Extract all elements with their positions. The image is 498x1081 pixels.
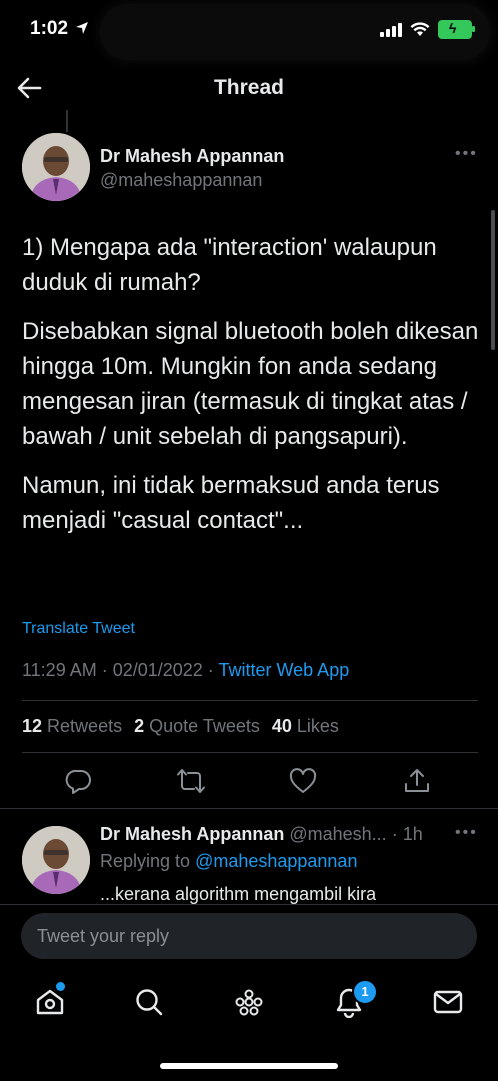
replying-prefix: Replying to <box>100 851 196 871</box>
battery-icon: ϟ <box>438 20 475 39</box>
location-arrow-icon <box>76 22 89 34</box>
home-indicator[interactable] <box>160 1063 338 1069</box>
replying-to-handle[interactable]: @maheshappannan <box>195 851 357 871</box>
reply-more-options-icon[interactable]: ••• <box>455 824 478 842</box>
reply-icon <box>65 769 91 794</box>
spaces-icon <box>235 989 263 1016</box>
thread-connector <box>66 110 68 132</box>
scrollbar[interactable] <box>491 210 495 350</box>
quote-tweets-stat[interactable]: 2 Quote Tweets <box>134 716 260 737</box>
avatar[interactable] <box>22 133 90 201</box>
nav-search[interactable] <box>133 986 165 1018</box>
likes-count: 40 <box>271 716 292 736</box>
more-options-icon[interactable]: ••• <box>455 145 478 163</box>
tweet-source-link[interactable]: Twitter Web App <box>218 660 349 680</box>
divider <box>22 752 478 753</box>
tweet-body: 1) Mengapa ada "interaction' walaupun du… <box>22 230 482 552</box>
nav-spaces[interactable] <box>233 986 265 1018</box>
reply-avatar[interactable] <box>22 826 90 894</box>
divider <box>0 808 498 809</box>
tweet-paragraph: 1) Mengapa ada "interaction' walaupun du… <box>22 234 437 296</box>
replying-to: Replying to @maheshappannan <box>100 851 357 872</box>
retweets-stat[interactable]: 12 Retweets <box>22 716 122 737</box>
retweet-icon <box>177 769 205 793</box>
cellular-signal-icon <box>380 22 402 37</box>
status-icons: ϟ <box>380 20 475 39</box>
retweets-label: Retweets <box>47 716 123 736</box>
translate-tweet-link[interactable]: Translate Tweet <box>22 620 135 638</box>
divider <box>22 700 478 701</box>
avatar-image <box>22 826 90 894</box>
tweet-stats: 12 Retweets 2 Quote Tweets 40 Likes <box>22 716 339 737</box>
status-time-text: 1:02 <box>30 18 69 39</box>
reply-author-name[interactable]: Dr Mahesh Appannan <box>100 824 284 844</box>
home-notification-dot <box>56 982 65 991</box>
notifications-badge: 1 <box>352 979 378 1005</box>
like-icon <box>289 768 317 793</box>
share-button[interactable] <box>402 766 432 796</box>
search-icon <box>136 989 163 1016</box>
nav-messages[interactable] <box>432 986 464 1018</box>
tweet-timestamp: 11:29 AM · 02/01/2022 · <box>22 660 219 680</box>
retweet-button[interactable] <box>176 766 206 796</box>
tweet-paragraph: Namun, ini tidak bermaksud anda terus me… <box>22 472 440 534</box>
reply-header: Dr Mahesh Appannan @mahesh... · 1h <box>100 824 423 845</box>
quote-tweets-count: 2 <box>134 716 145 736</box>
likes-label: Likes <box>296 716 339 736</box>
status-time: 1:02 <box>30 18 89 40</box>
wifi-icon <box>410 22 430 36</box>
reply-author-handle[interactable]: @mahesh... <box>289 824 386 844</box>
likes-stat[interactable]: 40 Likes <box>272 716 339 737</box>
messages-icon <box>433 990 463 1014</box>
author-name[interactable]: Dr Mahesh Appannan <box>100 146 284 167</box>
reply-text: ...kerana algorithm mengambil kira <box>100 884 377 904</box>
like-button[interactable] <box>288 766 318 796</box>
share-icon <box>405 769 429 792</box>
quote-tweets-label: Quote Tweets <box>149 716 260 736</box>
reply-button[interactable] <box>64 766 94 796</box>
author-handle[interactable]: @maheshappannan <box>100 170 262 191</box>
reply-time: · 1h <box>391 824 423 844</box>
retweets-count: 12 <box>22 716 43 736</box>
page-title: Thread <box>213 76 284 99</box>
tweet-paragraph: Disebabkan signal bluetooth boleh dikesa… <box>22 318 479 450</box>
tweet-metadata: 11:29 AM · 02/01/2022 · Twitter Web App <box>22 660 349 681</box>
avatar-image <box>22 133 90 201</box>
reply-input[interactable] <box>21 913 477 959</box>
